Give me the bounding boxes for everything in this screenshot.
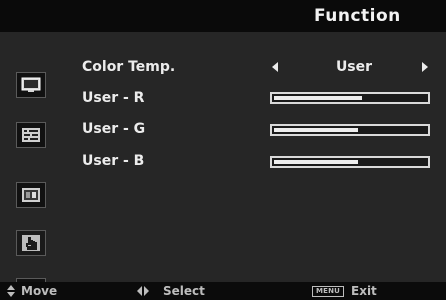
user-b-label: User - B xyxy=(82,153,145,169)
menu-key-icon: MENU xyxy=(312,286,344,297)
footer-exit-label: Exit xyxy=(351,284,377,298)
color-icon[interactable] xyxy=(16,182,46,208)
user-r-slider[interactable] xyxy=(270,92,430,104)
osd-menu: Function Color Temp. User User - R User … xyxy=(0,0,446,300)
user-g-label: User - G xyxy=(82,121,146,137)
user-b-slider-fill xyxy=(274,160,358,164)
left-right-arrow-icon xyxy=(136,282,150,300)
menu-footer: Move Select MENU Exit xyxy=(0,282,446,300)
color-temp-left-arrow[interactable] xyxy=(272,62,278,72)
user-r-label: User - R xyxy=(82,90,145,106)
menu-title: Function xyxy=(314,6,401,26)
up-down-arrow-icon xyxy=(6,282,16,300)
user-g-slider[interactable] xyxy=(270,124,430,136)
user-g-slider-fill xyxy=(274,128,358,132)
picture-icon[interactable] xyxy=(16,72,46,98)
color-temp-value[interactable]: User xyxy=(314,56,394,78)
menu-header: Function xyxy=(0,0,446,32)
user-b-slider[interactable] xyxy=(270,156,430,168)
function-hand-icon[interactable] xyxy=(16,230,46,256)
user-r-slider-fill xyxy=(274,96,362,100)
color-temp-right-arrow[interactable] xyxy=(422,62,428,72)
footer-move-label: Move xyxy=(21,284,58,298)
sidebar xyxy=(16,72,48,300)
footer-select-label: Select xyxy=(163,284,205,298)
image-settings-icon[interactable] xyxy=(16,122,46,148)
color-temp-label: Color Temp. xyxy=(82,59,176,75)
